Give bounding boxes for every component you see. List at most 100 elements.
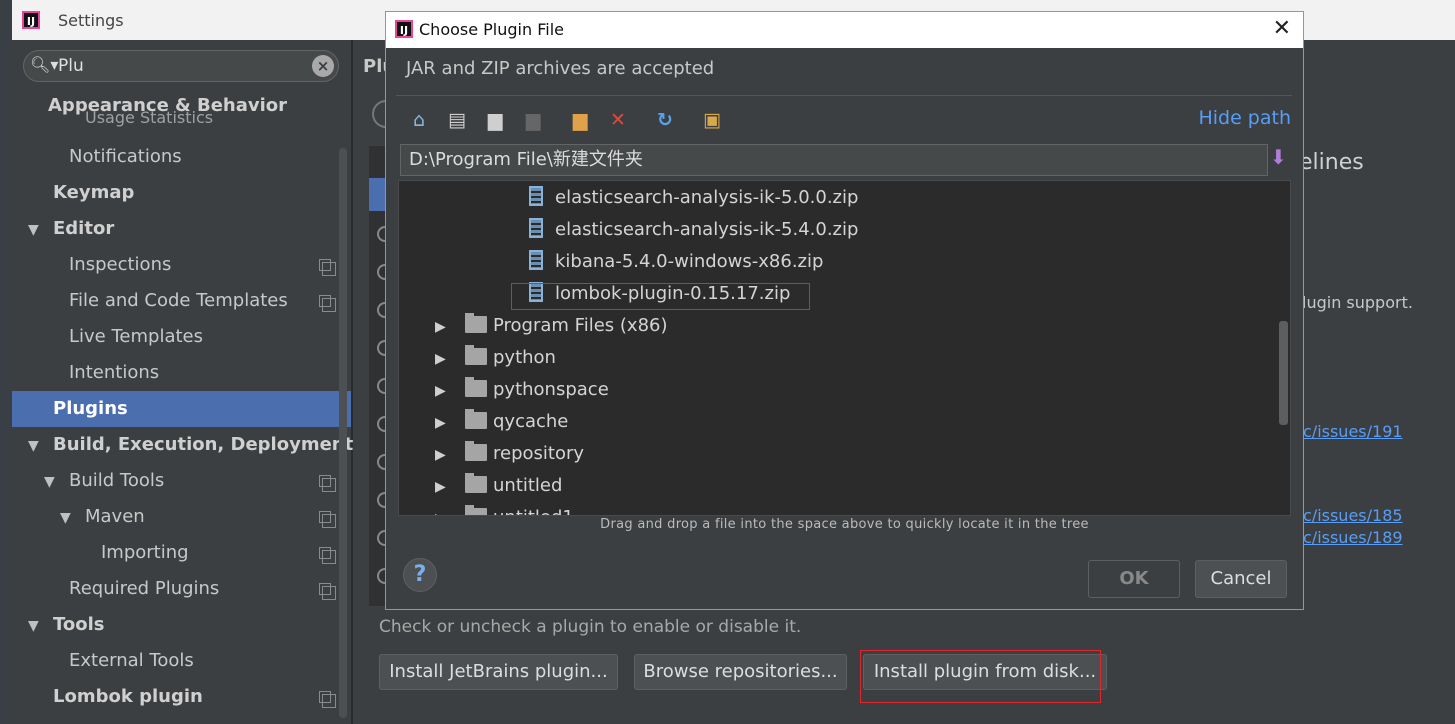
expand-arrow-icon[interactable]: ▶ xyxy=(435,511,446,515)
settings-title: Settings xyxy=(58,11,124,30)
drag-drop-hint: Drag and drop a file into the space abov… xyxy=(600,517,1089,532)
expand-arrow-icon[interactable]: ▼ xyxy=(28,222,39,238)
tree-folder-row[interactable]: repository xyxy=(465,438,584,470)
file-tree[interactable]: elasticsearch-analysis-ik-5.0.0.zip elas… xyxy=(398,180,1291,516)
delete-icon[interactable]: ✕ xyxy=(606,108,630,132)
issue-link-185[interactable]: c/issues/185 xyxy=(1303,506,1403,525)
folder-icon xyxy=(465,440,487,461)
ok-button[interactable]: OK xyxy=(1088,560,1180,598)
tree-file-row[interactable]: kibana-5.4.0-windows-x86.zip xyxy=(529,246,823,278)
folder-name: qycache xyxy=(493,411,569,432)
expand-arrow-icon[interactable]: ▼ xyxy=(44,474,55,490)
expand-arrow-icon[interactable]: ▼ xyxy=(28,618,39,634)
highlight-box-lombok xyxy=(511,283,810,310)
settings-search-input[interactable]: 🔍︎▾ Plu × xyxy=(23,50,339,82)
tree-file-row[interactable]: elasticsearch-analysis-ik-5.4.0.zip xyxy=(529,214,858,246)
folder-name: python xyxy=(493,347,556,368)
tree-folder-row[interactable]: pythonspace xyxy=(465,374,609,406)
project-folder-icon[interactable]: ▆ xyxy=(483,108,507,132)
tree-item-editor[interactable]: Editor xyxy=(53,211,114,247)
zip-file-icon xyxy=(529,250,543,270)
tree-item-maven[interactable]: Maven xyxy=(85,499,145,535)
tree-folder-row[interactable]: untitled1 xyxy=(465,502,574,515)
tree-item-keymap[interactable]: Keymap xyxy=(53,175,134,211)
tree-item-plugins[interactable]: Plugins xyxy=(12,391,351,427)
desktop-icon[interactable]: ▤ xyxy=(445,108,469,132)
folder-name: pythonspace xyxy=(493,379,609,400)
help-button[interactable]: ? xyxy=(403,558,437,592)
file-name: elasticsearch-analysis-ik-5.4.0.zip xyxy=(555,219,859,240)
plugin-title-fragment: elines xyxy=(1299,150,1364,175)
expand-arrow-icon[interactable]: ▶ xyxy=(435,447,446,463)
highlight-box-install-disk xyxy=(860,650,1101,703)
folder-name: repository xyxy=(493,443,585,464)
expand-arrow-icon[interactable]: ▶ xyxy=(435,319,446,335)
plugin-desc-fragment: lugin support. xyxy=(1302,293,1413,312)
install-jetbrains-plugin-button[interactable]: Install JetBrains plugin... xyxy=(379,654,618,690)
project-scope-icon xyxy=(319,295,336,312)
tree-item-notifications[interactable]: Notifications xyxy=(69,139,182,175)
folder-name: untitled1 xyxy=(493,507,574,515)
folder-icon xyxy=(465,376,487,397)
download-icon[interactable]: ⬇ xyxy=(1270,145,1287,169)
tree-item-build-tools[interactable]: Build Tools xyxy=(69,463,164,499)
tree-item-importing[interactable]: Importing xyxy=(101,535,189,571)
clear-search-icon[interactable]: × xyxy=(312,55,334,77)
expand-arrow-icon[interactable]: ▶ xyxy=(435,351,446,367)
settings-sidebar: 🔍︎▾ Plu × Usage Statistics Appearance & … xyxy=(12,40,353,724)
plugin-hint: Check or uncheck a plugin to enable or d… xyxy=(379,617,802,637)
sidebar-scrollbar[interactable] xyxy=(339,148,347,718)
tree-item-required-plugins[interactable]: Required Plugins xyxy=(69,571,219,607)
tree-folder-row[interactable]: python xyxy=(465,342,556,374)
new-folder-icon[interactable]: ▆ xyxy=(568,108,592,132)
tree-file-row[interactable]: elasticsearch-analysis-ik-5.0.0.zip xyxy=(529,182,858,214)
cancel-button[interactable]: Cancel xyxy=(1195,560,1287,598)
zip-file-icon xyxy=(529,186,543,206)
search-icon[interactable]: 🔍︎▾ xyxy=(30,55,58,74)
divider xyxy=(396,95,1292,96)
project-scope-icon xyxy=(319,691,336,708)
tree-item-file-code-templates[interactable]: File and Code Templates xyxy=(69,283,288,319)
issue-link-191[interactable]: c/issues/191 xyxy=(1303,422,1403,441)
expand-arrow-icon[interactable]: ▶ xyxy=(435,479,446,495)
home-icon[interactable]: ⌂ xyxy=(407,108,431,132)
browse-repositories-button[interactable]: Browse repositories... xyxy=(634,654,847,690)
module-folder-icon[interactable]: ▆ xyxy=(521,108,545,132)
file-name: elasticsearch-analysis-ik-5.0.0.zip xyxy=(555,187,859,208)
tree-item-tools[interactable]: Tools xyxy=(53,607,105,643)
tree-item-appearance[interactable]: Appearance & Behavior xyxy=(48,88,287,124)
refresh-icon[interactable]: ↻ xyxy=(653,108,677,132)
choose-plugin-file-dialog: IJ Choose Plugin File ✕ JAR and ZIP arch… xyxy=(385,11,1304,610)
tree-item-live-templates[interactable]: Live Templates xyxy=(69,319,203,355)
folder-name: untitled xyxy=(493,475,563,496)
tree-item-lombok-plugin[interactable]: Lombok plugin xyxy=(53,679,203,715)
tree-folder-row[interactable]: untitled xyxy=(465,470,562,502)
project-scope-icon xyxy=(319,547,336,564)
tree-item-inspections[interactable]: Inspections xyxy=(69,247,171,283)
folder-icon xyxy=(465,312,487,333)
dialog-title: Choose Plugin File xyxy=(419,20,564,39)
desktop-edge xyxy=(0,0,12,724)
tree-folder-row[interactable]: Program Files (x86) xyxy=(465,310,668,342)
dialog-description: JAR and ZIP archives are accepted xyxy=(406,58,715,79)
intellij-logo-icon: IJ xyxy=(395,20,413,38)
expand-arrow-icon[interactable]: ▶ xyxy=(435,415,446,431)
issue-link-189[interactable]: c/issues/189 xyxy=(1303,528,1403,547)
tree-item-intentions[interactable]: Intentions xyxy=(69,355,159,391)
dialog-titlebar: IJ Choose Plugin File ✕ xyxy=(386,12,1303,48)
close-icon[interactable]: ✕ xyxy=(1273,16,1291,41)
expand-arrow-icon[interactable]: ▼ xyxy=(28,438,39,454)
expand-arrow-icon[interactable]: ▼ xyxy=(60,510,71,526)
tree-item-build[interactable]: Build, Execution, Deployment xyxy=(53,427,353,463)
folder-icon xyxy=(465,472,487,493)
project-scope-icon xyxy=(319,475,336,492)
file-tree-scrollbar[interactable] xyxy=(1279,321,1288,425)
tree-folder-row[interactable]: qycache xyxy=(465,406,568,438)
tree-item-external-tools[interactable]: External Tools xyxy=(69,643,194,679)
file-name: kibana-5.4.0-windows-x86.zip xyxy=(555,251,824,272)
show-hidden-icon[interactable]: ▣ xyxy=(700,108,724,132)
hide-path-link[interactable]: Hide path xyxy=(1198,107,1291,129)
search-value: Plu xyxy=(58,56,84,76)
expand-arrow-icon[interactable]: ▶ xyxy=(435,383,446,399)
path-input[interactable]: D:\Program File\新建文件夹 xyxy=(400,144,1268,176)
